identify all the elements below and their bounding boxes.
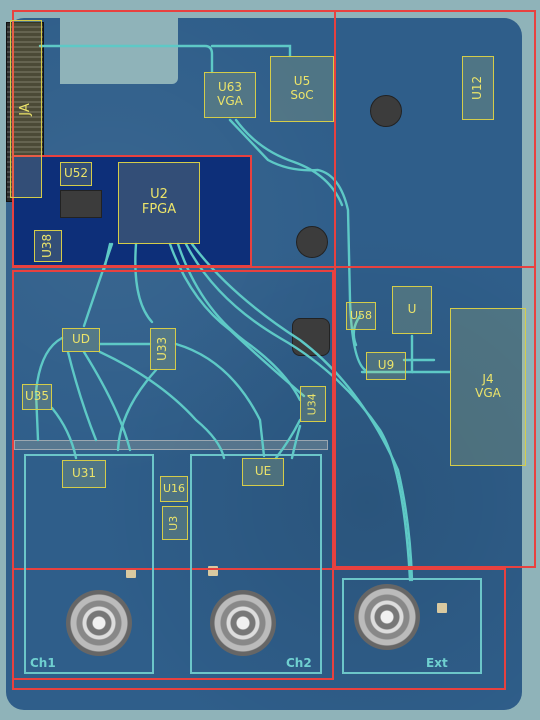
chip-j4-label: J4 VGA (475, 372, 501, 400)
label-ch1: Ch1 (30, 656, 56, 670)
chip-u31: U31 (62, 460, 106, 488)
chip-u38: U38 (34, 230, 62, 262)
chip-j4: J4 VGA (450, 308, 526, 466)
channel-box-ch2 (190, 454, 322, 674)
chip-u38-label: U38 (40, 233, 55, 259)
chip-ja-label: JA (17, 102, 33, 116)
chip-u35-label: U35 (24, 389, 50, 404)
label-ch2: Ch2 (286, 656, 312, 670)
chip-ue-label: UE (254, 464, 272, 479)
region-video (334, 10, 536, 568)
chip-ud-label: UD (71, 332, 91, 347)
chip-u52-label: U52 (63, 166, 89, 181)
channel-box-ext (342, 578, 482, 674)
chip-u9: U9 (366, 352, 406, 380)
chip-u63: U63 VGA (204, 72, 256, 118)
chip-u52: U52 (60, 162, 92, 186)
chip-u-top-right: U (392, 286, 432, 334)
chip-u2: U2 FPGA (118, 162, 200, 244)
chip-u12: U12 (462, 56, 494, 120)
chip-ud: UD (62, 328, 100, 352)
chip-u16: U16 (160, 476, 188, 502)
chip-u5: U5 SoC (270, 56, 334, 122)
chip-u35: U35 (22, 384, 52, 410)
chip-u34-label: U34 (305, 392, 319, 416)
chip-u5-label: U5 SoC (290, 74, 314, 102)
chip-u33: U33 (150, 328, 176, 370)
label-ext: Ext (426, 656, 448, 670)
chip-u3-label: U3 (167, 515, 181, 531)
chip-u16-label: U16 (162, 481, 186, 495)
chip-ja: JA (10, 20, 42, 198)
chip-u58-label: U58 (349, 308, 373, 322)
chip-u33-label: U33 (155, 336, 170, 362)
chip-u31-label: U31 (71, 466, 97, 481)
chip-u9-label: U9 (377, 358, 395, 373)
chip-u12-label: U12 (470, 75, 485, 101)
chip-u34: U34 (300, 386, 326, 422)
chip-u63-label: U63 VGA (217, 80, 243, 108)
chip-u2-label: U2 FPGA (141, 187, 177, 217)
chip-u-top-right-label: U (407, 302, 417, 317)
chip-ue: UE (242, 458, 284, 486)
chip-u58: U58 (346, 302, 376, 330)
chip-u3: U3 (162, 506, 188, 540)
